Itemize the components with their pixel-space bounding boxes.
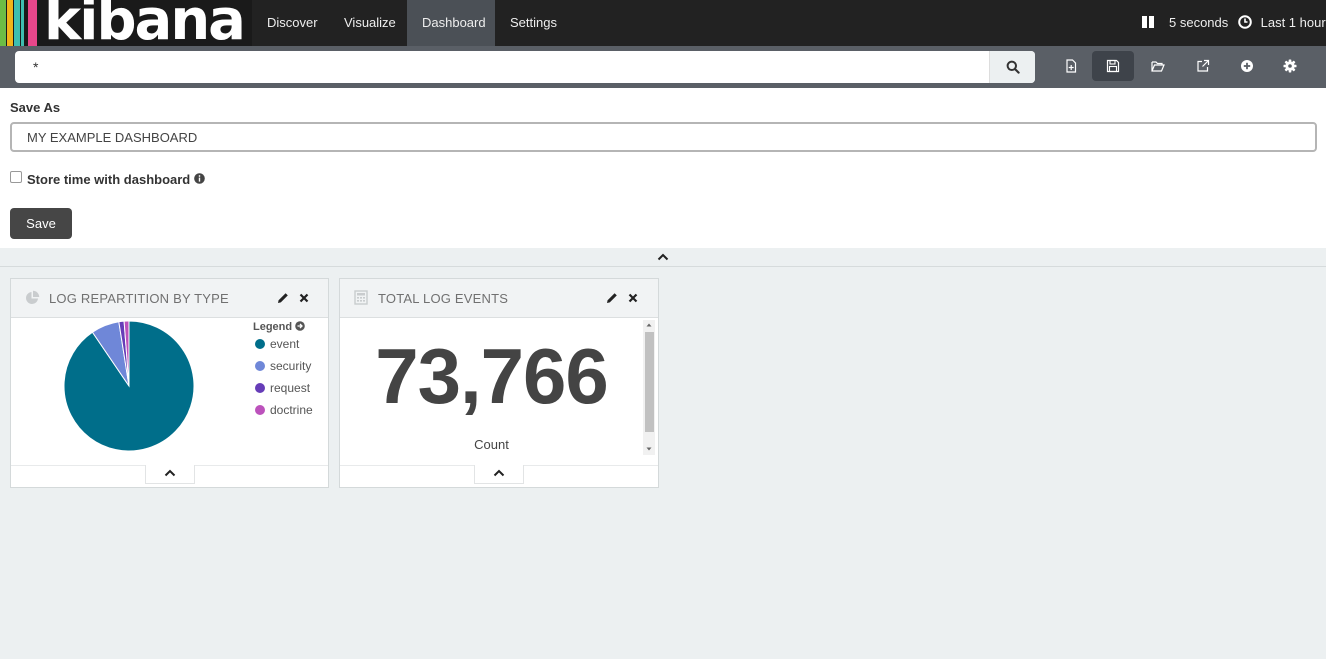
legend-item-security[interactable]: security <box>255 359 311 373</box>
legend-label: request <box>270 381 311 395</box>
arrow-circle-right-icon <box>295 321 305 331</box>
close-icon[interactable] <box>299 293 309 303</box>
gear-icon <box>1283 59 1297 73</box>
kibana-logo[interactable]: kibana <box>0 0 252 46</box>
close-icon[interactable] <box>628 293 638 303</box>
logo-bar <box>0 0 6 46</box>
legend-item-doctrine[interactable]: doctrine <box>255 403 313 417</box>
legend-dot <box>255 405 265 415</box>
legend-dot <box>255 383 265 393</box>
logo-bar <box>21 0 24 46</box>
panel-log-repartition: LOG REPARTITION BY TYPE Legend event sec… <box>10 278 329 488</box>
logo-text: kibana <box>44 0 246 46</box>
query-input[interactable] <box>15 51 989 83</box>
chevron-up-icon <box>657 253 669 261</box>
search-button[interactable] <box>989 51 1035 83</box>
metric-label: Count <box>474 437 509 452</box>
dashboard-title-input[interactable] <box>10 122 1317 152</box>
panel-header: TOTAL LOG EVENTS <box>340 279 658 318</box>
panel-expand-button[interactable] <box>474 465 524 484</box>
top-navbar: kibana Discover Visualize Dashboard Sett… <box>0 0 1326 46</box>
save-icon <box>1106 59 1120 73</box>
panel-expand-button[interactable] <box>145 465 195 484</box>
logo-bar <box>28 0 37 46</box>
logo-bar <box>7 0 13 46</box>
save-dashboard-button[interactable] <box>1092 51 1134 81</box>
collapse-config-button[interactable] <box>0 248 1326 267</box>
search-box <box>15 51 1035 83</box>
save-as-label: Save As <box>10 100 61 115</box>
nav-discover[interactable]: Discover <box>252 0 333 46</box>
legend-title: Legend <box>253 321 293 333</box>
legend-label: security <box>270 359 312 373</box>
nav-visualize[interactable]: Visualize <box>329 0 411 46</box>
logo-bar <box>14 0 20 46</box>
open-dashboard-button[interactable] <box>1137 51 1179 81</box>
new-dashboard-icon <box>1066 59 1077 73</box>
panel-title: TOTAL LOG EVENTS <box>378 291 509 306</box>
panel-title: LOG REPARTITION BY TYPE <box>49 291 229 306</box>
time-picker[interactable]: Last 1 hour <box>1238 0 1326 46</box>
open-icon <box>1151 61 1165 72</box>
store-time-label: Store time with dashboard <box>27 172 191 187</box>
clock-icon <box>1238 15 1252 29</box>
pie-chart-icon <box>26 290 40 304</box>
pencil-icon[interactable] <box>606 292 618 304</box>
legend-item-request[interactable]: request <box>255 381 310 395</box>
save-as-panel: Save As Store time with dashboard Save <box>0 88 1326 248</box>
scroll-up-icon <box>646 323 652 327</box>
options-button[interactable] <box>1269 51 1311 81</box>
panel-header: LOG REPARTITION BY TYPE <box>11 279 328 318</box>
chevron-up-icon <box>493 469 505 477</box>
scrollbar[interactable] <box>643 320 655 455</box>
legend-label: doctrine <box>270 403 313 417</box>
search-icon <box>1006 60 1020 74</box>
legend-item-event[interactable]: event <box>255 337 299 351</box>
legend-dot <box>255 339 265 349</box>
legend-toggle[interactable]: Legend <box>253 321 305 333</box>
legend-dot <box>255 361 265 371</box>
add-visualization-icon <box>1241 60 1253 72</box>
pause-refresh-button[interactable] <box>1141 0 1155 46</box>
scroll-down-icon <box>646 447 652 451</box>
new-dashboard-button[interactable] <box>1050 51 1092 81</box>
time-range-label: Last 1 hour <box>1260 15 1326 30</box>
legend-label: event <box>270 337 300 351</box>
scroll-thumb[interactable] <box>645 332 654 432</box>
calculator-icon <box>354 290 368 305</box>
pause-icon <box>1142 16 1154 28</box>
refresh-interval[interactable]: 5 seconds <box>1169 0 1228 46</box>
nav-dashboard[interactable]: Dashboard <box>407 0 495 46</box>
share-dashboard-button[interactable] <box>1182 51 1224 81</box>
panel-total-log-events: TOTAL LOG EVENTS 73,766 Count <box>339 278 659 488</box>
share-icon <box>1197 59 1210 72</box>
pie-chart <box>63 320 195 452</box>
store-time-checkbox[interactable] <box>10 171 22 183</box>
save-button[interactable]: Save <box>10 208 72 239</box>
query-bar <box>0 46 1326 88</box>
chevron-up-icon <box>164 469 176 477</box>
add-visualization-button[interactable] <box>1226 51 1268 81</box>
pencil-icon[interactable] <box>277 292 289 304</box>
metric-value: 73,766 <box>375 332 609 420</box>
info-icon <box>194 173 205 184</box>
nav-settings[interactable]: Settings <box>495 0 572 46</box>
